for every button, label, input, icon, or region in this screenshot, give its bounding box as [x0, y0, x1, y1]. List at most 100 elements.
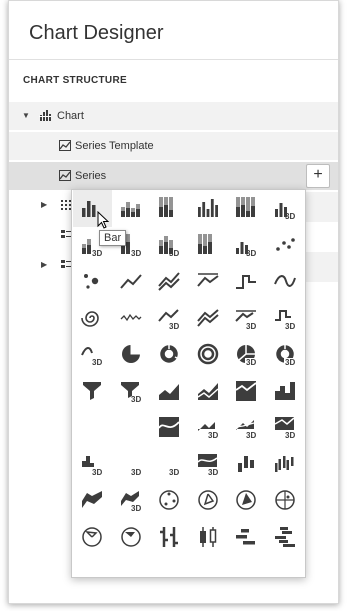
gallery-item-spline-area[interactable] — [73, 409, 112, 446]
gallery-item-polar-line[interactable] — [73, 519, 112, 556]
gallery-item-step-area[interactable] — [266, 373, 305, 410]
nested-doughnut-icon — [197, 344, 218, 365]
svg-text:3D: 3D — [285, 212, 295, 221]
tree-item-series[interactable]: Series + — [9, 162, 338, 190]
gallery-item-side-by-side-range-bar[interactable] — [266, 446, 305, 483]
gallery-item-stacked-line-3d[interactable] — [189, 300, 228, 337]
add-series-button[interactable]: + — [306, 164, 330, 188]
gallery-item-full-stacked-line[interactable] — [189, 263, 228, 300]
step-line-3d-icon: 3D — [274, 309, 295, 331]
gallery-item-step-line[interactable] — [227, 263, 266, 300]
gallery-item-step-area-3d[interactable]: 3D — [73, 446, 112, 483]
gallery-item-full-stacked-area[interactable] — [227, 373, 266, 410]
gallery-item-funnel[interactable] — [73, 373, 112, 410]
gallery-item-spline-3d[interactable]: 3D — [73, 336, 112, 373]
side-by-side-stacked-bar-3d-icon: 3D — [159, 235, 180, 258]
gallery-item-stacked-line[interactable] — [150, 263, 189, 300]
side-by-side-range-bar-icon — [274, 455, 294, 472]
gallery-item-area-3d[interactable]: 3D — [189, 409, 228, 446]
gallery-item-manhattan-bar-3d[interactable]: 3D — [227, 227, 266, 264]
stock-icon — [160, 526, 179, 547]
gallery-item-pie-3d[interactable]: 3D — [227, 336, 266, 373]
gallery-item-radar-area[interactable] — [227, 482, 266, 519]
chart-icon — [39, 110, 51, 121]
gallery-item-full-stacked-spline-area-3d[interactable]: 3D — [189, 446, 228, 483]
gallery-item-full-stacked-bar[interactable] — [150, 190, 189, 227]
gallery-item-range-bar[interactable] — [227, 446, 266, 483]
gallery-item-nested-doughnut[interactable] — [189, 336, 228, 373]
full-stacked-spline-area-3d-icon: 3D — [197, 453, 218, 477]
gallery-item-polar-point[interactable] — [266, 482, 305, 519]
series-icon — [59, 170, 71, 181]
gallery-item-stacked-bar[interactable] — [112, 190, 151, 227]
step-area-3d-icon: 3D — [82, 455, 103, 477]
stacked-spline-area-3d-icon: 3D — [158, 461, 180, 477]
gallery-item-side-by-side-full-stacked-bar-3d[interactable] — [189, 227, 228, 264]
range-bar-icon — [238, 455, 255, 472]
full-stacked-area-icon — [235, 380, 257, 401]
gallery-item-gantt[interactable] — [227, 519, 266, 556]
full-stacked-line-3d-icon: 3D — [235, 310, 257, 331]
gallery-item-stacked-spline-area[interactable] — [112, 409, 151, 446]
side-by-side-gantt-icon — [274, 526, 295, 547]
bar-3d-icon: 3D — [274, 203, 295, 221]
gallery-item-bar-3d[interactable]: 3D — [266, 190, 305, 227]
svg-text:3D: 3D — [131, 395, 141, 404]
gallery-item-range-area[interactable] — [73, 482, 112, 519]
tree-item-chart[interactable]: ▼ Chart — [9, 102, 338, 130]
gallery-item-area[interactable] — [150, 373, 189, 410]
svg-text:3D: 3D — [169, 322, 179, 331]
svg-text:3D: 3D — [131, 504, 141, 513]
gallery-item-spline-area-3d[interactable]: 3D — [112, 446, 151, 483]
area-3d-icon: 3D — [197, 422, 218, 440]
gallery-item-range-area-3d[interactable]: 3D — [112, 482, 151, 519]
candle-stick-icon — [199, 526, 216, 547]
bubble-icon — [84, 274, 99, 289]
gallery-item-line-3d[interactable]: 3D — [150, 300, 189, 337]
gallery-item-radar-point[interactable] — [150, 482, 189, 519]
gallery-item-full-stacked-area-3d[interactable]: 3D — [266, 409, 305, 446]
gallery-item-stacked-area[interactable] — [189, 373, 228, 410]
expand-right-icon[interactable]: ▶ — [41, 200, 47, 209]
gallery-item-side-by-side-stacked-bar-3d[interactable]: 3D — [150, 227, 189, 264]
gallery-item-point[interactable] — [266, 227, 305, 264]
gallery-item-doughnut-3d[interactable]: 3D — [266, 336, 305, 373]
doughnut-icon — [160, 343, 180, 363]
svg-text:3D: 3D — [131, 468, 141, 477]
gallery-item-swift-plot[interactable] — [73, 300, 112, 337]
gallery-item-spline[interactable] — [266, 263, 305, 300]
gallery-item-radar-line[interactable] — [189, 482, 228, 519]
tree-item-label: Series Template — [75, 140, 154, 152]
gallery-item-pie[interactable] — [112, 336, 151, 373]
gallery-item-stacked-spline-area-3d[interactable]: 3D — [150, 446, 189, 483]
gallery-item-stacked-area-3d[interactable]: 3D — [227, 409, 266, 446]
radar-line-icon — [198, 490, 218, 510]
gallery-item-stock[interactable] — [150, 519, 189, 556]
gallery-item-scatter-line[interactable] — [112, 300, 151, 337]
spline-3d-icon: 3D — [81, 347, 103, 367]
gallery-item-step-line-3d[interactable]: 3D — [266, 300, 305, 337]
gallery-item-polar-area[interactable] — [112, 519, 151, 556]
tree-item-label: Chart — [57, 110, 84, 122]
svg-text:3D: 3D — [246, 431, 256, 440]
polar-point-icon — [275, 490, 295, 510]
svg-text:3D: 3D — [246, 249, 256, 258]
gallery-item-line[interactable] — [112, 263, 151, 300]
gallery-item-full-stacked-spline-area[interactable] — [150, 409, 189, 446]
svg-text:3D: 3D — [169, 468, 179, 477]
gallery-item-full-stacked-line-3d[interactable]: 3D — [227, 300, 266, 337]
gallery-item-side-by-side-full-stacked-bar[interactable] — [227, 190, 266, 227]
gallery-item-funnel-3d[interactable]: 3D — [112, 373, 151, 410]
svg-text:3D: 3D — [285, 322, 295, 331]
gallery-item-candle-stick[interactable] — [189, 519, 228, 556]
gallery-item-side-by-side-gantt[interactable] — [266, 519, 305, 556]
stacked-bar-icon — [120, 202, 140, 218]
gallery-item-doughnut[interactable] — [150, 336, 189, 373]
funnel-3d-icon: 3D — [120, 381, 141, 404]
expand-down-icon[interactable]: ▼ — [22, 111, 30, 120]
series-view-gallery: 3D 3D 3D 3D 3D 3D 3D 3D 3D 3D 3D 3D 3D 3D 3D 3D 3D 3D 3D 3D — [71, 189, 306, 578]
expand-right-icon[interactable]: ▶ — [41, 260, 47, 269]
tree-item-series-template[interactable]: Series Template — [9, 132, 338, 160]
gallery-item-bubble[interactable] — [73, 263, 112, 300]
gallery-item-side-by-side-stacked-bar[interactable] — [189, 190, 228, 227]
